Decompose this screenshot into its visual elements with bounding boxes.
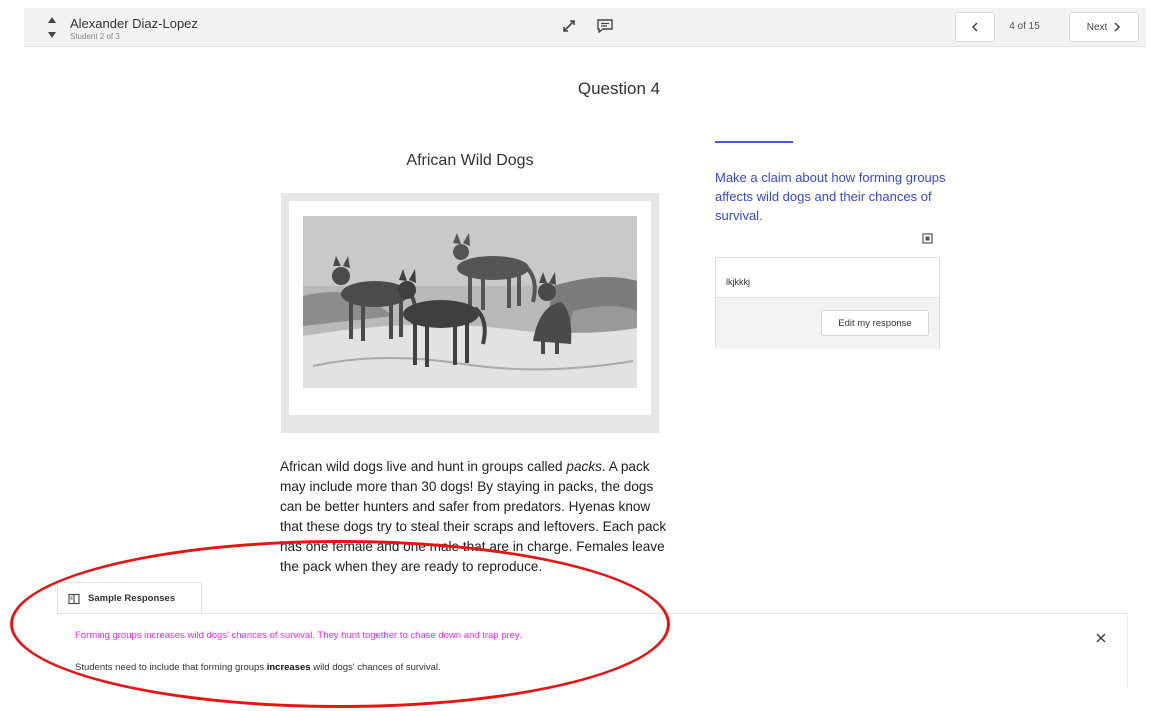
- next-label: Next: [1086, 21, 1108, 33]
- student-response-box: lkjkkkj Edit my response: [715, 257, 940, 349]
- scoring-note-start: Students need to include that forming gr…: [75, 662, 267, 673]
- sample-response-text: Forming groups increases wild dogs' chan…: [75, 630, 522, 641]
- passage-text-rest: . A pack may include more than 30 dogs! …: [280, 459, 667, 574]
- passage-image-frame: [281, 193, 659, 433]
- page-indicator: 4 of 15: [1009, 21, 1040, 32]
- caret-down-icon[interactable]: [46, 30, 58, 40]
- passage-text: African wild dogs live and hunt in group…: [280, 457, 670, 577]
- toolbar-icon[interactable]: [922, 233, 933, 244]
- question-title: Question 4: [577, 79, 661, 98]
- scoring-note-end: wild dogs' chances of survival.: [310, 662, 441, 673]
- student-response-text: lkjkkkj: [726, 277, 750, 287]
- passage-emphasis: packs: [566, 459, 602, 474]
- sample-responses-tab[interactable]: Sample Responses: [57, 582, 202, 614]
- previous-button[interactable]: [955, 12, 995, 42]
- question-prompt: Make a claim about how forming groups af…: [715, 170, 946, 223]
- sample-responses-tab-label: Sample Responses: [88, 593, 176, 604]
- caret-up-icon[interactable]: [46, 15, 58, 25]
- expand-icon[interactable]: [561, 18, 577, 34]
- comment-icon[interactable]: [596, 18, 614, 34]
- book-icon: [68, 593, 80, 604]
- passage-title: African Wild Dogs: [406, 152, 534, 169]
- close-icon[interactable]: [1093, 630, 1109, 646]
- student-switcher: [46, 13, 58, 43]
- scoring-note: Students need to include that forming gr…: [75, 662, 441, 673]
- student-count: Student 2 of 3: [70, 32, 120, 41]
- prompt-divider: [715, 141, 793, 143]
- chevron-right-icon: [1114, 22, 1121, 32]
- top-bar: Alexander Diaz-Lopez Student 2 of 3 4 of…: [24, 8, 1146, 47]
- scoring-note-bold: increases: [266, 662, 311, 673]
- sample-responses-panel: Forming groups increases wild dogs' chan…: [57, 613, 1128, 688]
- edit-response-button[interactable]: Edit my response: [821, 310, 929, 336]
- passage-text-start: African wild dogs live and hunt in group…: [280, 459, 567, 474]
- chevron-left-icon: [971, 22, 978, 32]
- wild-dogs-illustration: [303, 216, 637, 388]
- response-footer: Edit my response: [716, 297, 939, 349]
- next-button[interactable]: Next: [1069, 12, 1139, 42]
- student-name: Alexander Diaz-Lopez: [70, 16, 198, 31]
